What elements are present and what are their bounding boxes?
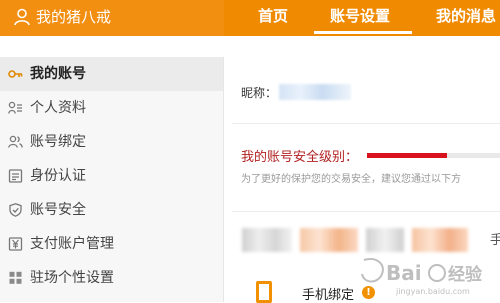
redacted-text — [366, 228, 404, 252]
sidebar-item-label: 身份认证 — [30, 168, 86, 184]
grid-icon — [9, 271, 22, 284]
sidebar-item-label: 账号绑定 — [30, 134, 86, 150]
redacted-text — [242, 228, 292, 252]
profile-icon — [8, 101, 22, 114]
sidebar-item-identity-verification[interactable]: 身份认证 — [0, 159, 223, 193]
divider — [232, 123, 500, 124]
nav-messages[interactable]: 我的消息 — [436, 0, 496, 36]
sidebar-item-label: 个人资料 — [30, 100, 86, 116]
sidebar-item-label: 账号安全 — [30, 202, 86, 218]
svg-text:Bai: Bai — [386, 261, 422, 285]
baidu-jingyan-watermark: Bai 经验 jingyan.baidu.com — [361, 258, 483, 296]
sidebar: 我的账号 个人资料 账号绑定 身份认证 账号安全 支付账户管理 驻场个性设置 — [0, 57, 224, 302]
sidebar-item-label: 驻场个性设置 — [30, 270, 114, 286]
nickname-value-redacted — [279, 84, 351, 100]
sidebar-item-account-binding[interactable]: 账号绑定 — [0, 125, 223, 159]
user-name: 我的猪八戒 — [36, 8, 112, 26]
security-level-label: 我的账号安全级别： — [241, 150, 359, 165]
shield-icon — [9, 203, 22, 217]
row-tail-text: 手 — [490, 233, 500, 248]
users-icon — [8, 135, 23, 148]
phone-icon — [256, 281, 272, 303]
id-card-icon — [8, 169, 23, 183]
redacted-text — [300, 228, 358, 252]
nickname-label: 昵称： — [241, 86, 278, 100]
top-nav-bar: 我的猪八戒 首页 账号设置 我的消息 — [0, 0, 500, 36]
sidebar-item-payment-accounts[interactable]: 支付账户管理 — [0, 227, 223, 261]
phone-binding-label: 手机绑定 — [302, 288, 355, 303]
divider — [232, 211, 500, 212]
sidebar-item-onsite-settings[interactable]: 驻场个性设置 — [0, 261, 223, 295]
sidebar-item-my-account[interactable]: 我的账号 — [0, 57, 223, 91]
sidebar-item-profile[interactable]: 个人资料 — [0, 91, 223, 125]
security-level-fill — [367, 153, 447, 158]
active-tab-underline — [314, 31, 412, 34]
sidebar-item-label: 我的账号 — [30, 66, 86, 82]
security-level-bar — [367, 153, 500, 158]
redacted-text — [412, 228, 468, 252]
sidebar-item-account-security[interactable]: 账号安全 — [0, 193, 223, 227]
user-icon — [14, 8, 30, 26]
sidebar-item-label: 支付账户管理 — [30, 236, 114, 252]
user-menu[interactable]: 我的猪八戒 — [0, 0, 224, 36]
nav-home[interactable]: 首页 — [258, 0, 288, 36]
yen-icon — [8, 237, 23, 251]
security-tip-text: 为了更好的保护您的交易安全，建议您通过以下方 — [241, 174, 461, 185]
svg-text:经验: 经验 — [448, 264, 483, 285]
key-icon — [8, 70, 23, 78]
svg-text:jingyan.baidu.com: jingyan.baidu.com — [395, 287, 470, 296]
